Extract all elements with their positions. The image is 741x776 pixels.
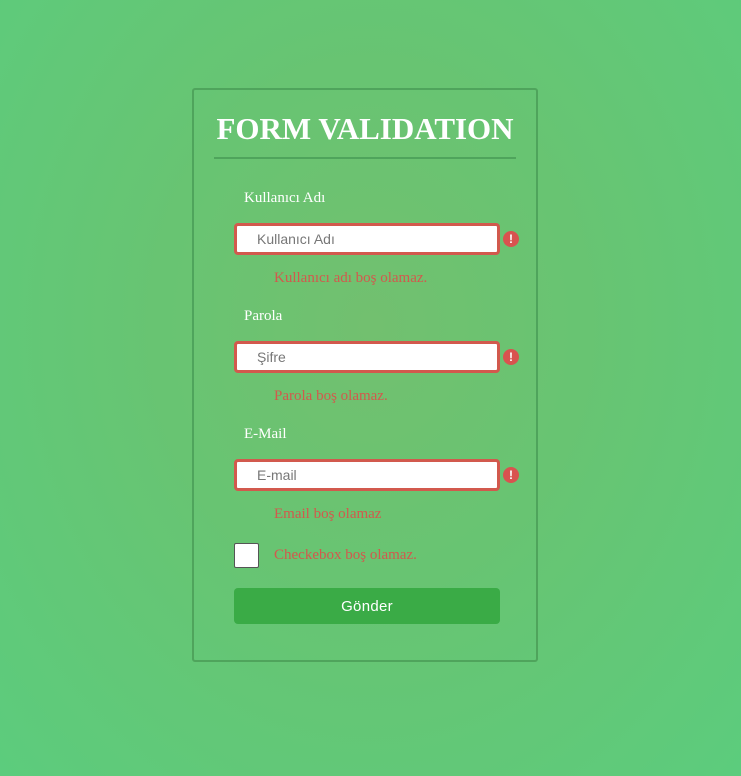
password-input[interactable] bbox=[234, 341, 500, 373]
exclamation-circle-icon: ! bbox=[503, 231, 519, 247]
email-input[interactable] bbox=[234, 459, 500, 491]
exclamation-circle-icon: ! bbox=[503, 349, 519, 365]
form-card: FORM VALIDATION Kullanıcı Adı ! Kullanıc… bbox=[192, 88, 538, 662]
agreement-checkbox[interactable] bbox=[234, 543, 259, 568]
exclamation-circle-icon: ! bbox=[503, 467, 519, 483]
submit-button[interactable]: Gönder bbox=[234, 588, 500, 624]
form-title: FORM VALIDATION bbox=[216, 111, 514, 146]
email-label: E-Mail bbox=[244, 426, 287, 442]
username-error-message: Kullanıcı adı boş olamaz. bbox=[274, 270, 428, 286]
password-error-message: Parola boş olamaz. bbox=[274, 388, 388, 404]
email-error-message: Email boş olamaz bbox=[274, 506, 382, 522]
title-divider bbox=[214, 157, 516, 159]
password-label: Parola bbox=[244, 308, 283, 324]
username-label: Kullanıcı Adı bbox=[244, 190, 326, 206]
username-input[interactable] bbox=[234, 223, 500, 255]
checkbox-error-message: Checkebox boş olamaz. bbox=[274, 547, 417, 563]
